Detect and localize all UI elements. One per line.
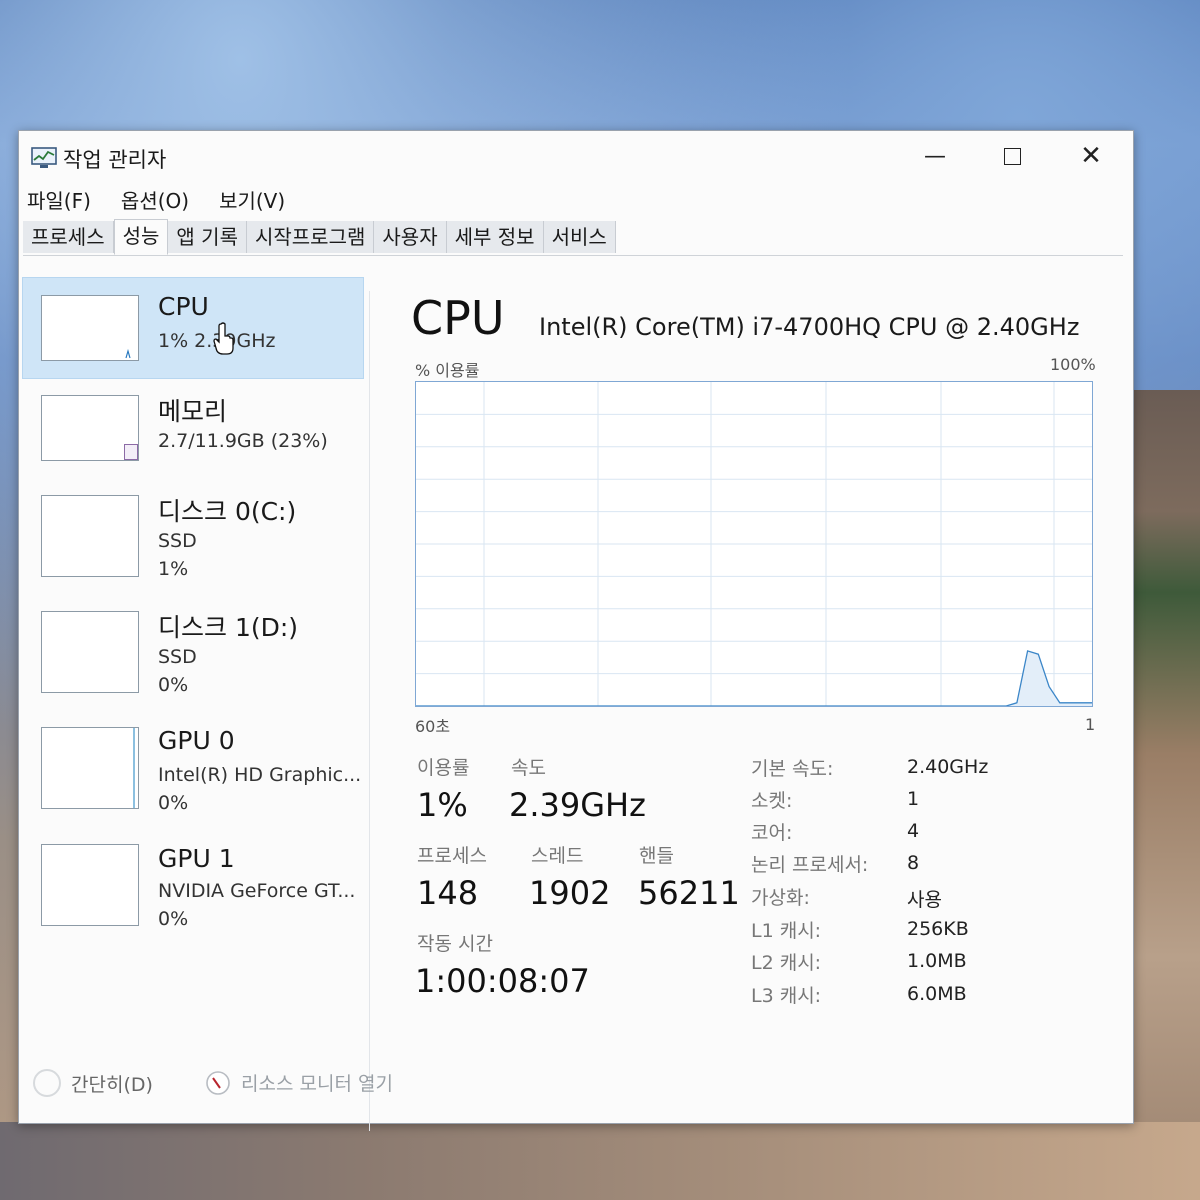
tab-startup[interactable]: 시작프로그램 xyxy=(246,221,375,253)
close-button[interactable]: ✕ xyxy=(1068,139,1114,173)
tab-details[interactable]: 세부 정보 xyxy=(446,221,544,253)
cpu-thumbnail-graph xyxy=(41,295,139,361)
desktop-background-right xyxy=(1132,390,1200,1200)
tab-processes[interactable]: 프로세스 xyxy=(23,221,114,253)
sidebar-disk1-usage: 0% xyxy=(158,674,189,696)
spec-label-logical-processors: 논리 프로세서: xyxy=(751,854,869,876)
sidebar-gpu0-title: GPU 0 xyxy=(158,726,235,755)
tab-services[interactable]: 서비스 xyxy=(543,221,616,253)
close-icon: ✕ xyxy=(1080,141,1102,171)
uptime-label: 작동 시간 xyxy=(417,933,493,955)
sidebar-item-gpu1[interactable]: GPU 1 NVIDIA GeForce GT... 0% xyxy=(23,830,363,942)
cpu-usage-line xyxy=(416,650,1092,707)
cpu-usage-area xyxy=(416,650,1092,706)
title-bar[interactable]: 작업 관리자 — ✕ xyxy=(19,131,1133,179)
spec-label-l1-cache: L1 캐시: xyxy=(751,920,822,942)
fewer-details-label: 간단히(D) xyxy=(71,1073,153,1096)
maximize-button[interactable] xyxy=(989,139,1035,173)
sidebar-disk0-title: 디스크 0(C:) xyxy=(158,497,297,526)
graph-x-right-label: 1 xyxy=(1085,715,1096,734)
sidebar-cpu-title: CPU xyxy=(158,292,209,321)
uptime-value: 1:00:08:07 xyxy=(415,962,590,1000)
menu-view[interactable]: 보기(V) xyxy=(219,185,285,213)
sidebar-divider xyxy=(369,291,370,1131)
sidebar-item-disk0[interactable]: 디스크 0(C:) SSD 1% xyxy=(23,478,363,590)
disk0-thumbnail-graph xyxy=(41,495,139,577)
hand-cursor-icon xyxy=(213,322,234,355)
resource-monitor-icon xyxy=(206,1070,230,1095)
spec-value-l1-cache: 256KB xyxy=(907,918,969,940)
cpu-usage-chart xyxy=(416,382,1092,707)
sidebar-gpu0-name: Intel(R) HD Graphic... xyxy=(158,764,362,786)
spec-value-sockets: 1 xyxy=(907,788,920,810)
sidebar-item-disk1[interactable]: 디스크 1(D:) SSD 0% xyxy=(23,594,363,706)
tab-performance[interactable]: 성능 xyxy=(113,219,169,255)
sidebar-disk0-type: SSD xyxy=(158,530,197,552)
gpu0-thumbnail-graph xyxy=(41,727,139,809)
spec-value-l3-cache: 6.0MB xyxy=(907,983,967,1005)
sidebar-disk1-type: SSD xyxy=(158,646,197,668)
speed-label: 속도 xyxy=(511,757,546,779)
sidebar-item-cpu[interactable]: CPU 1% 2.39GHz xyxy=(22,277,364,379)
memory-thumbnail-graph xyxy=(41,395,139,461)
graph-y-label: % 이용률 xyxy=(415,361,480,380)
graph-x-left-label: 60초 xyxy=(415,717,451,736)
menu-bar: 파일(F) 옵션(O) 보기(V) xyxy=(27,185,285,213)
graph-y-max-label: 100% xyxy=(1050,355,1096,374)
sidebar-gpu1-title: GPU 1 xyxy=(158,844,235,873)
threads-label: 스레드 xyxy=(531,845,584,867)
spec-label-virtualization: 가상화: xyxy=(751,887,810,909)
task-manager-app-icon xyxy=(31,147,57,168)
task-manager-window: 작업 관리자 — ✕ 파일(F) 옵션(O) 보기(V) 프로세스 성능 앱 기… xyxy=(18,130,1134,1131)
spec-value-l2-cache: 1.0MB xyxy=(907,950,967,972)
usage-label: 이용률 xyxy=(417,757,470,779)
sidebar-memory-title: 메모리 xyxy=(158,397,228,426)
handles-value: 56211 xyxy=(638,874,740,912)
chevron-up-icon xyxy=(33,1069,61,1097)
sidebar-item-memory[interactable]: 메모리 2.7/11.9GB (23%) xyxy=(23,378,363,478)
cpu-usage-graph xyxy=(415,381,1093,707)
spec-value-base-speed: 2.40GHz xyxy=(907,756,989,778)
menu-file[interactable]: 파일(F) xyxy=(27,185,91,213)
sidebar-memory-detail: 2.7/11.9GB (23%) xyxy=(158,430,328,452)
desktop-background-bottom xyxy=(0,1122,1200,1200)
threads-value: 1902 xyxy=(529,874,611,912)
sidebar-disk0-usage: 1% xyxy=(158,558,189,580)
minimize-button[interactable]: — xyxy=(912,139,958,173)
sidebar-disk1-title: 디스크 1(D:) xyxy=(158,613,299,642)
processes-value: 148 xyxy=(417,874,479,912)
window-title: 작업 관리자 xyxy=(63,148,167,172)
sidebar-gpu1-usage: 0% xyxy=(158,908,189,930)
cpu-model-name: Intel(R) Core(TM) i7-4700HQ CPU @ 2.40GH… xyxy=(539,313,1080,341)
spec-label-sockets: 소켓: xyxy=(751,790,793,812)
speed-value: 2.39GHz xyxy=(509,786,646,824)
sidebar-gpu1-name: NVIDIA GeForce GT... xyxy=(158,880,356,902)
spec-label-l2-cache: L2 캐시: xyxy=(751,952,822,974)
performance-sidebar: CPU 1% 2.39GHz 메모리 2.7/11.9GB (23%) 디스크 … xyxy=(22,276,365,996)
spec-value-cores: 4 xyxy=(907,820,920,842)
sidebar-gpu0-usage: 0% xyxy=(158,792,189,814)
spec-value-virtualization: 사용 xyxy=(907,889,942,911)
spec-label-cores: 코어: xyxy=(751,822,793,844)
tab-strip: 프로세스 성능 앱 기록 시작프로그램 사용자 세부 정보 서비스 xyxy=(23,219,1123,256)
minimize-icon: — xyxy=(924,143,946,169)
tab-app-history[interactable]: 앱 기록 xyxy=(168,221,247,253)
maximize-icon xyxy=(1003,147,1021,165)
page-title: CPU xyxy=(411,291,505,345)
gpu1-thumbnail-graph xyxy=(41,844,139,926)
spec-label-l3-cache: L3 캐시: xyxy=(751,985,822,1007)
handles-label: 핸들 xyxy=(639,845,674,867)
disk1-thumbnail-graph xyxy=(41,611,139,693)
sidebar-item-gpu0[interactable]: GPU 0 Intel(R) HD Graphic... 0% xyxy=(23,712,363,824)
menu-options[interactable]: 옵션(O) xyxy=(121,185,189,213)
usage-value: 1% xyxy=(417,786,468,824)
resource-monitor-label: 리소스 모니터 열기 xyxy=(241,1073,393,1095)
spec-label-base-speed: 기본 속도: xyxy=(751,758,834,780)
spec-value-logical-processors: 8 xyxy=(907,852,920,874)
open-resource-monitor-link[interactable]: 리소스 모니터 열기 xyxy=(205,1069,393,1096)
tab-users[interactable]: 사용자 xyxy=(374,221,447,253)
fewer-details-button[interactable]: 간단히(D) xyxy=(33,1069,153,1097)
processes-label: 프로세스 xyxy=(417,845,487,867)
